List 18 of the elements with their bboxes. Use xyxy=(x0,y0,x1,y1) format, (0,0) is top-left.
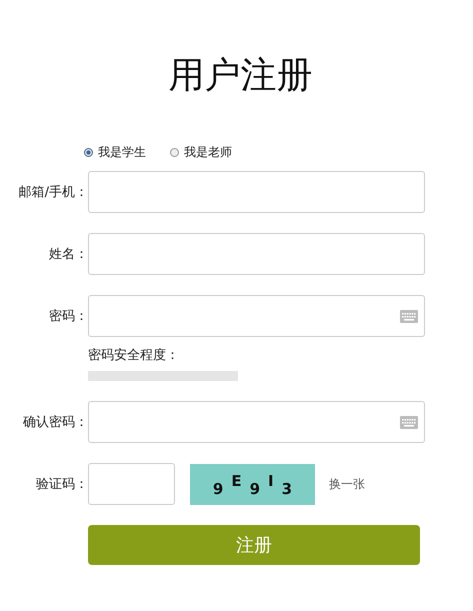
strength-label: 密码安全程度： xyxy=(88,347,180,365)
refresh-link[interactable]: 换一张 xyxy=(329,476,365,492)
field-label: 确认密码： xyxy=(22,414,88,431)
captcha-image[interactable]: 9 E 9 I 3 xyxy=(190,464,315,504)
keyboard-icon[interactable] xyxy=(400,416,418,429)
field-label: 邮箱/手机： xyxy=(18,184,88,201)
field-label: 密码： xyxy=(48,308,88,325)
role-radio[interactable]: 我是学生 xyxy=(84,144,146,161)
input-field[interactable] xyxy=(88,233,425,275)
input-field[interactable] xyxy=(88,401,425,443)
page-title: 用户注册 xyxy=(168,54,314,98)
role-radio[interactable]: 我是老师 xyxy=(170,144,232,161)
input-field[interactable] xyxy=(88,171,425,213)
input-field[interactable] xyxy=(88,295,425,337)
keyboard-icon[interactable] xyxy=(400,310,418,323)
field-label: 姓名： xyxy=(48,246,88,263)
captcha-field[interactable] xyxy=(88,463,175,505)
field-label: 验证码： xyxy=(35,476,88,493)
